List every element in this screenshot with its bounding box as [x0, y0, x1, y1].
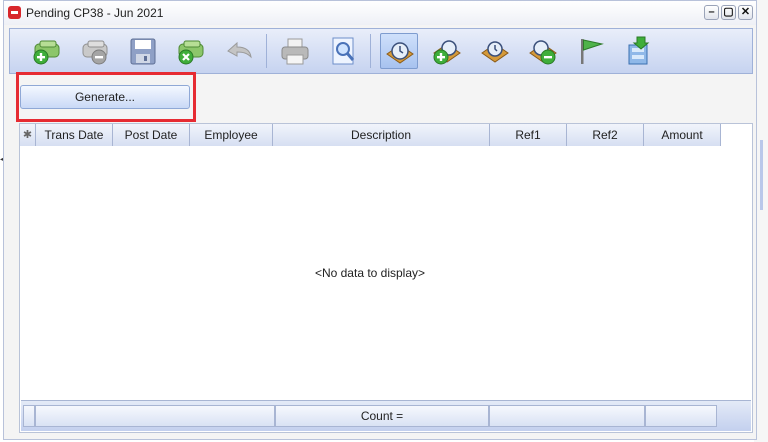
history-info-icon	[481, 41, 509, 63]
window-title: Pending CP38 - Jun 2021	[26, 6, 164, 20]
toolbar-separator	[266, 34, 267, 68]
delete-record-button[interactable]	[76, 33, 114, 69]
save-icon	[130, 38, 156, 65]
delete-record-icon	[82, 40, 108, 65]
footer-count: Count =	[275, 405, 489, 427]
add-record-icon	[33, 40, 60, 65]
print-button[interactable]	[276, 33, 314, 69]
export-icon	[628, 36, 650, 65]
footer-amount-total	[645, 405, 717, 427]
grid-footer: Count =	[21, 400, 751, 431]
export-button[interactable]	[620, 33, 658, 69]
maximize-button[interactable]: ▢	[721, 5, 736, 20]
app-icon	[8, 6, 21, 19]
column-header-ref1[interactable]: Ref1	[490, 124, 567, 146]
undo-button[interactable]	[220, 33, 258, 69]
add-record-button[interactable]	[28, 33, 66, 69]
toolbar-separator	[370, 34, 371, 68]
add-history-icon	[433, 40, 461, 65]
background-scroll-mark	[760, 140, 763, 210]
remove-history-button[interactable]	[524, 33, 562, 69]
flag-icon	[581, 39, 604, 64]
toolbar	[9, 28, 753, 74]
column-header-amount[interactable]: Amount	[644, 124, 721, 146]
history-icon	[386, 42, 414, 64]
flag-button[interactable]	[572, 33, 610, 69]
column-header-ref2[interactable]: Ref2	[567, 124, 644, 146]
print-icon	[281, 38, 309, 65]
footer-cell	[35, 405, 275, 427]
column-header-employee[interactable]: Employee	[190, 124, 273, 146]
print-preview-icon	[332, 37, 355, 65]
footer-cell	[489, 405, 645, 427]
data-grid: ✱ Trans Date Post Date Employee Descript…	[19, 123, 753, 433]
undo-icon	[227, 41, 252, 59]
generate-button[interactable]: Generate...	[20, 85, 190, 109]
column-header-trans-date[interactable]: Trans Date	[36, 124, 113, 146]
minimize-button[interactable]: –	[704, 5, 719, 20]
add-history-button[interactable]	[428, 33, 466, 69]
history-info-button[interactable]	[476, 33, 514, 69]
cancel-edit-icon	[178, 40, 204, 65]
column-header-description[interactable]: Description	[273, 124, 490, 146]
history-button[interactable]	[380, 33, 418, 69]
empty-message: <No data to display>	[314, 266, 426, 280]
title-bar: Pending CP38 - Jun 2021 – ▢ ✕	[4, 1, 756, 25]
print-preview-button[interactable]	[324, 33, 362, 69]
close-button[interactable]: ✕	[738, 5, 753, 20]
remove-history-icon	[529, 40, 557, 65]
column-header-post-date[interactable]: Post Date	[113, 124, 190, 146]
footer-cell	[23, 405, 35, 427]
cancel-edit-button[interactable]	[172, 33, 210, 69]
grid-header: ✱ Trans Date Post Date Employee Descript…	[20, 124, 721, 146]
save-button[interactable]	[124, 33, 162, 69]
column-header-indicator[interactable]: ✱	[20, 124, 36, 146]
pending-cp38-window: Pending CP38 - Jun 2021 – ▢ ✕ Generate..…	[3, 0, 757, 440]
